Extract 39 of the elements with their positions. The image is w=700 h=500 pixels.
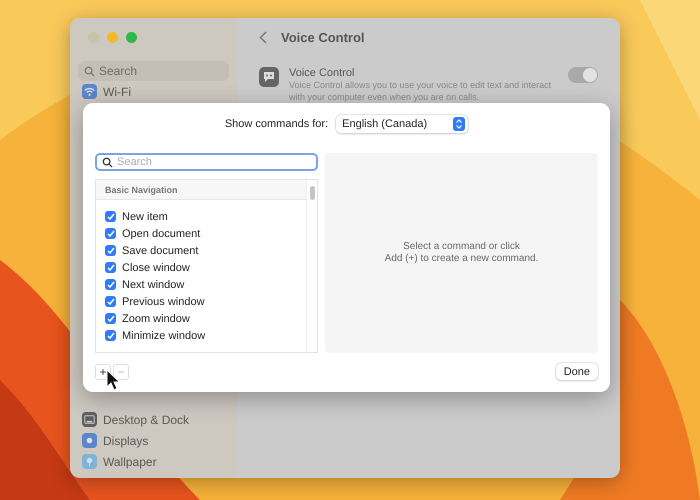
- checkbox[interactable]: [105, 279, 116, 290]
- done-button[interactable]: Done: [556, 363, 598, 380]
- command-item[interactable]: Minimize window: [96, 327, 306, 344]
- command-item[interactable]: Save document: [96, 242, 306, 259]
- placeholder-message: Select a command or click: [403, 241, 520, 253]
- sidebar-item[interactable]: Wi-Fi: [78, 81, 229, 102]
- command-item[interactable]: Open document: [96, 225, 306, 242]
- command-item[interactable]: Previous window: [96, 293, 306, 310]
- setting-description: Voice Control allows you to use your voice to edit text and interact with your computer even when you are on calls.: [289, 79, 552, 103]
- command-item[interactable]: Close window: [96, 259, 306, 276]
- placeholder-message: Add (+) to create a new command.: [384, 253, 538, 265]
- language-popup[interactable]: English (Canada): [336, 115, 468, 133]
- speech-bubble-icon: [259, 67, 279, 87]
- checkbox[interactable]: [105, 245, 116, 256]
- sidebar-item[interactable]: Displays: [78, 430, 229, 451]
- flower-icon: [82, 454, 97, 469]
- checkbox[interactable]: [105, 262, 116, 273]
- sidebar-item[interactable]: Desktop & Dock: [78, 409, 229, 430]
- sidebar-item[interactable]: Wallpaper: [78, 451, 229, 472]
- checkbox[interactable]: [105, 211, 116, 222]
- group-header: Basic Navigation: [96, 180, 306, 200]
- search-icon: [84, 66, 95, 76]
- field-label: Show commands for:: [224, 118, 328, 130]
- sun-icon: [82, 433, 97, 448]
- wifi-icon: [82, 84, 97, 99]
- back-icon[interactable]: [259, 31, 267, 44]
- window-title: Voice Control: [281, 30, 365, 45]
- checkbox[interactable]: [105, 228, 116, 239]
- command-item[interactable]: Next window: [96, 276, 306, 293]
- setting-title: Voice Control: [289, 67, 356, 79]
- command-item[interactable]: Zoom window: [96, 310, 306, 327]
- command-item[interactable]: New item: [96, 208, 306, 225]
- checkbox[interactable]: [105, 296, 116, 307]
- dock-icon: [82, 412, 97, 427]
- checkbox[interactable]: [105, 313, 116, 324]
- toggle-switch[interactable]: [568, 67, 598, 83]
- stepper-icon: [453, 117, 466, 131]
- checkbox[interactable]: [105, 330, 116, 341]
- search-icon: [102, 156, 113, 168]
